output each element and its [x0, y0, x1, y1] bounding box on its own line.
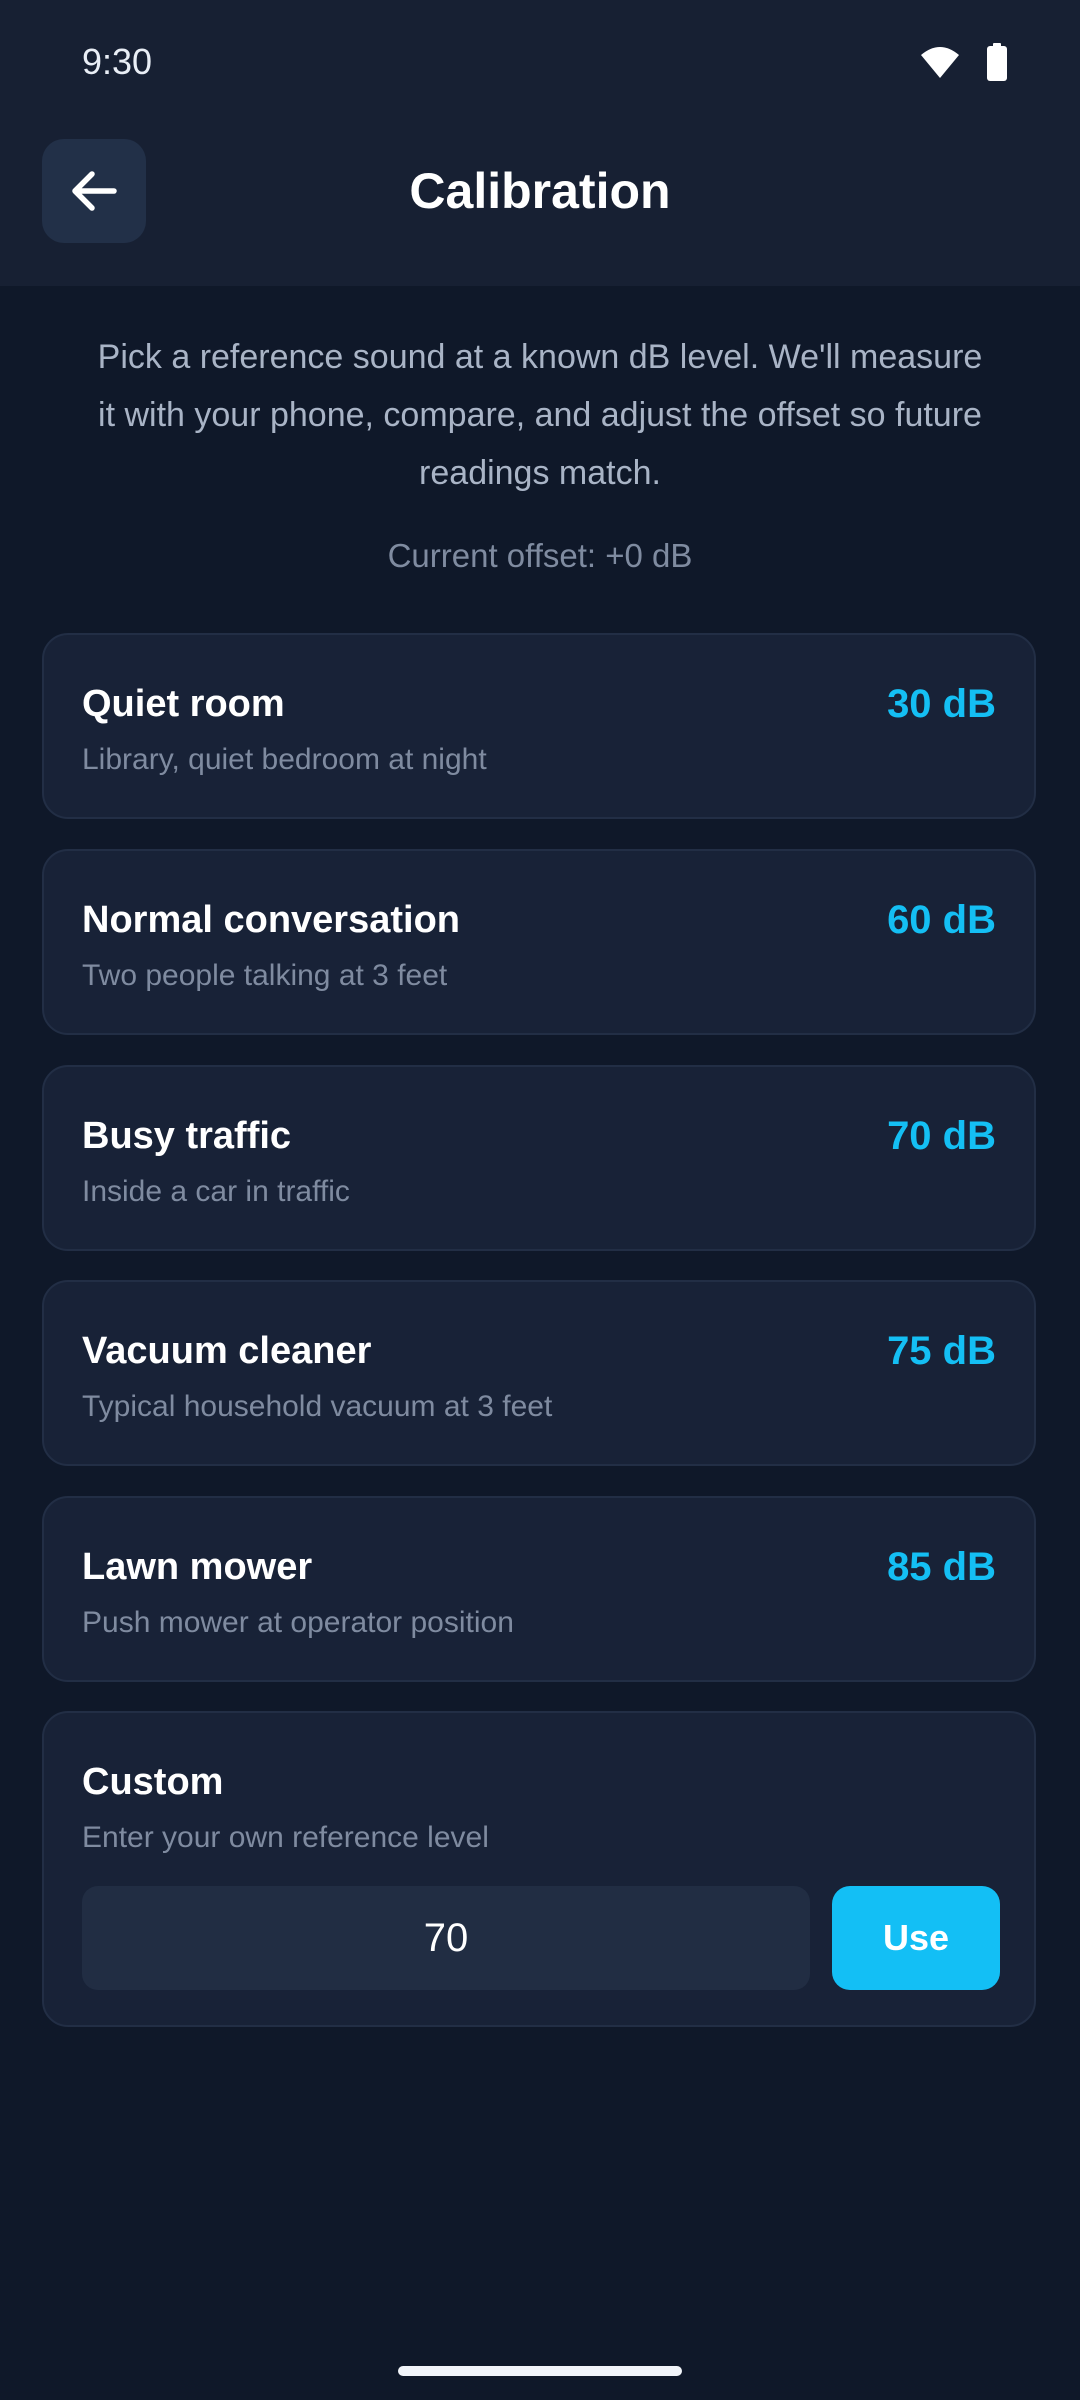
- reference-subtitle: Inside a car in traffic: [82, 1175, 350, 1208]
- reference-card-vacuum-cleaner[interactable]: Vacuum cleaner Typical household vacuum …: [42, 1280, 1036, 1466]
- reference-level: 70 dB: [887, 1114, 996, 1158]
- reference-card-normal-conversation[interactable]: Normal conversation Two people talking a…: [42, 849, 1036, 1035]
- wifi-icon: [921, 47, 959, 78]
- reference-title: Lawn mower: [82, 1546, 313, 1588]
- reference-level: 60 dB: [887, 898, 996, 942]
- reference-title: Normal conversation: [82, 899, 460, 941]
- intro-text: Pick a reference sound at a known dB lev…: [97, 338, 983, 492]
- status-time: 9:30: [82, 41, 153, 82]
- custom-subtitle: Enter your own reference level: [82, 1821, 489, 1854]
- reference-title: Quiet room: [82, 683, 285, 725]
- reference-level: 75 dB: [887, 1329, 996, 1373]
- reference-subtitle: Typical household vacuum at 3 feet: [82, 1390, 553, 1423]
- reference-subtitle: Two people talking at 3 feet: [82, 959, 448, 992]
- home-indicator[interactable]: [398, 2366, 682, 2376]
- reference-subtitle: Push mower at operator position: [82, 1606, 514, 1639]
- custom-title: Custom: [82, 1761, 224, 1803]
- reference-title: Busy traffic: [82, 1115, 292, 1157]
- battery-icon: [987, 43, 1007, 81]
- reference-level: 30 dB: [887, 682, 996, 726]
- app-header: 9:30 Calibration: [0, 0, 1080, 286]
- reference-title: Vacuum cleaner: [82, 1330, 372, 1372]
- custom-level-input[interactable]: [82, 1886, 810, 1990]
- reference-level: 85 dB: [887, 1545, 996, 1589]
- status-icons: [920, 42, 1008, 82]
- reference-card-quiet-room[interactable]: Quiet room Library, quiet bedroom at nig…: [42, 633, 1036, 819]
- use-button[interactable]: Use: [832, 1886, 1000, 1990]
- reference-card-busy-traffic[interactable]: Busy traffic Inside a car in traffic 70 …: [42, 1065, 1036, 1251]
- reference-card-lawn-mower[interactable]: Lawn mower Push mower at operator positi…: [42, 1496, 1036, 1682]
- reference-subtitle: Library, quiet bedroom at night: [82, 743, 487, 776]
- current-offset: Current offset: +0 dB: [387, 537, 693, 574]
- custom-reference-card: Custom Enter your own reference level Us…: [42, 1711, 1036, 2027]
- page-title: Calibration: [409, 163, 671, 219]
